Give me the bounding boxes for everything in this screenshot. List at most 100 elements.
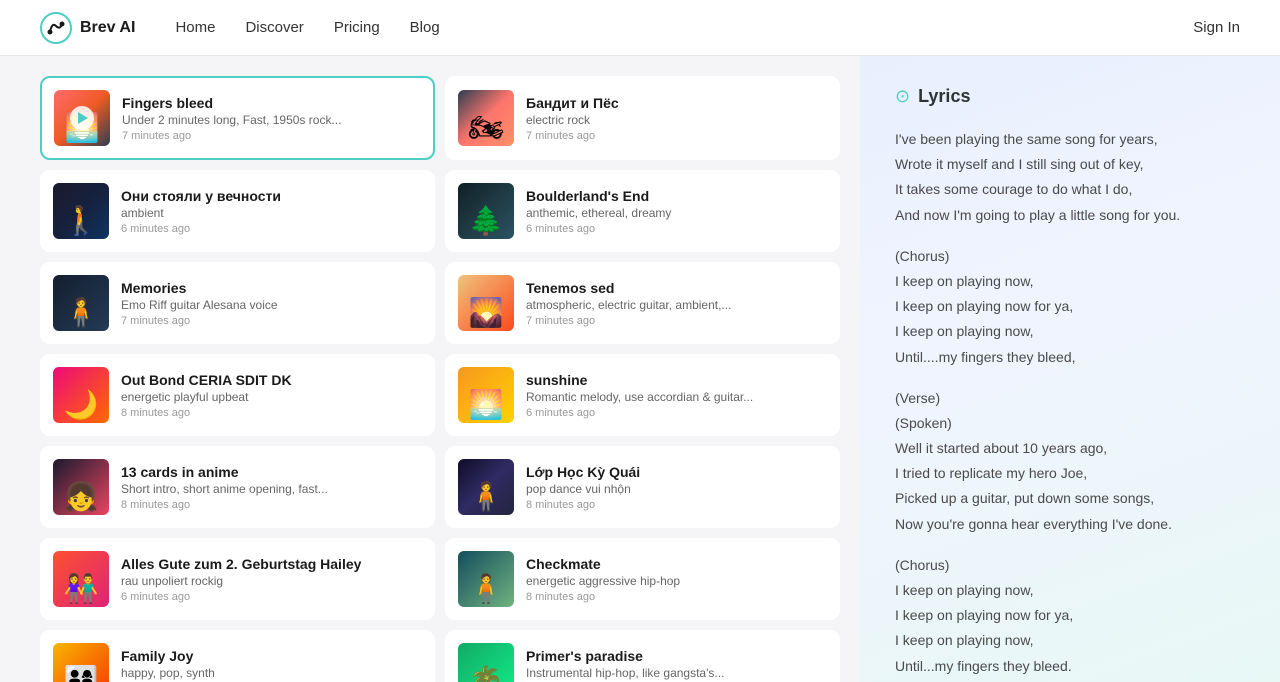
song-description: rau unpoliert rockig <box>121 574 422 588</box>
lyrics-line: Well it started about 10 years ago, <box>895 436 1245 461</box>
lyrics-line: I've been playing the same song for year… <box>895 127 1245 152</box>
song-card[interactable]: 👧 13 cards in anime Short intro, short ani… <box>40 446 435 528</box>
song-timestamp: 8 minutes ago <box>526 591 827 603</box>
song-description: Short intro, short anime opening, fast..… <box>121 482 422 496</box>
songs-area: 🌅 Fingers bleedUnder 2 minutes long, Fast… <box>0 56 860 682</box>
song-thumbnail: 🌅 <box>458 367 514 423</box>
lyrics-line: I keep on playing now, <box>895 628 1245 653</box>
logo-icon <box>40 12 72 44</box>
song-thumbnail: 👧 <box>53 459 109 515</box>
song-card[interactable]: 🌴 Primer's paradiseInstrumental hip-hop, … <box>445 630 840 682</box>
lyrics-text: I've been playing the same song for year… <box>895 127 1245 679</box>
song-timestamp: 6 minutes ago <box>121 223 422 235</box>
song-card[interactable]: 🌅 Fingers bleedUnder 2 minutes long, Fast… <box>40 76 435 160</box>
song-thumbnail: 🧍 <box>458 459 514 515</box>
song-thumbnail-emoji: 👫 <box>53 551 109 607</box>
lyrics-line: Picked up a guitar, put down some songs, <box>895 486 1245 511</box>
song-card[interactable]: 👨‍👩‍👧 Family Joyhappy, pop, synth7 minute… <box>40 630 435 682</box>
lyrics-line: And now I'm going to play a little song … <box>895 203 1245 228</box>
song-timestamp: 7 minutes ago <box>526 130 827 142</box>
song-thumbnail-emoji: 🌴 <box>458 643 514 682</box>
song-card[interactable]: 🧍 Lớp Học Kỳ Quáipop dance vui nhộn8 minu… <box>445 446 840 528</box>
song-info: Family Joyhappy, pop, synth7 minutes ago <box>121 648 422 682</box>
song-thumbnail: 🌄 <box>458 275 514 331</box>
song-timestamp: 6 minutes ago <box>526 407 827 419</box>
main-content: 🌅 Fingers bleedUnder 2 minutes long, Fast… <box>0 56 1280 682</box>
song-title: Primer's paradise <box>526 648 827 664</box>
song-info: Они стояли у вечностиambient6 minutes ag… <box>121 188 422 235</box>
song-thumbnail-emoji: 🌅 <box>458 367 514 423</box>
logo-text: Brev AI <box>80 19 135 37</box>
play-button-circle[interactable] <box>70 106 94 130</box>
song-timestamp: 7 minutes ago <box>526 315 827 327</box>
song-description: Emo Riff guitar Alesana voice <box>121 298 422 312</box>
song-timestamp: 8 minutes ago <box>121 407 422 419</box>
song-card[interactable]: 🌲Boulderland's Endanthemic, ethereal, dr… <box>445 170 840 252</box>
song-description: Romantic melody, use accordian & guitar.… <box>526 390 827 404</box>
song-description: energetic aggressive hip-hop <box>526 574 827 588</box>
song-description: ambient <box>121 206 422 220</box>
song-title: Бандит и Пёс <box>526 95 827 111</box>
song-title: Out Bond CERIA SDIT DK <box>121 372 422 388</box>
song-info: Lớp Học Kỳ Quáipop dance vui nhộn8 minut… <box>526 464 827 511</box>
song-info: Fingers bleedUnder 2 minutes long, Fast,… <box>122 95 421 142</box>
song-info: Бандит и Пёсelectric rock7 minutes ago <box>526 95 827 142</box>
song-description: energetic playful upbeat <box>121 390 422 404</box>
navbar: Brev AI Home Discover Pricing Blog Sign … <box>0 0 1280 56</box>
play-icon <box>78 112 88 124</box>
song-thumbnail-emoji: 🧍 <box>458 551 514 607</box>
song-thumbnail-emoji: 👨‍👩‍👧 <box>53 643 109 682</box>
song-thumbnail: 👫 <box>53 551 109 607</box>
song-description: anthemic, ethereal, dreamy <box>526 206 827 220</box>
song-title: Tenemos sed <box>526 280 827 296</box>
nav-blog[interactable]: Blog <box>410 19 440 36</box>
lyrics-line: I keep on playing now, <box>895 319 1245 344</box>
lyrics-line: Until...my fingers they bleed. <box>895 654 1245 679</box>
song-info: 13 cards in anime Short intro, short anim… <box>121 464 422 511</box>
sign-in-button[interactable]: Sign In <box>1193 19 1240 36</box>
nav-home[interactable]: Home <box>175 19 215 36</box>
lyrics-line: I keep on playing now for ya, <box>895 294 1245 319</box>
song-title: sunshine <box>526 372 827 388</box>
lyrics-line: Now you're gonna hear everything I've do… <box>895 512 1245 537</box>
lyrics-break <box>895 228 1245 244</box>
song-title: Checkmate <box>526 556 827 572</box>
logo[interactable]: Brev AI <box>40 12 135 44</box>
song-description: Under 2 minutes long, Fast, 1950s rock..… <box>122 113 421 127</box>
song-info: Boulderland's End anthemic, ethereal, dre… <box>526 188 827 235</box>
lyrics-break <box>895 370 1245 386</box>
song-description: happy, pop, synth <box>121 666 422 680</box>
song-card[interactable]: 🧍MemoriesEmo Riff guitar Alesana voice7 … <box>40 262 435 344</box>
lyrics-line: Wrote it myself and I still sing out of … <box>895 152 1245 177</box>
song-card[interactable]: 🌄 Tenemos sedatmospheric, electric guitar… <box>445 262 840 344</box>
song-title: Boulderland's End <box>526 188 827 204</box>
song-card[interactable]: 🧍 Checkmate energetic aggressive hip-hop 8 … <box>445 538 840 620</box>
song-thumbnail: 🌴 <box>458 643 514 682</box>
song-thumbnail: 🧍 <box>53 275 109 331</box>
nav-discover[interactable]: Discover <box>245 19 303 36</box>
nav-links: Home Discover Pricing Blog <box>175 19 1193 36</box>
song-title: 13 cards in anime <box>121 464 422 480</box>
song-info: Checkmate energetic aggressive hip-hop 8 m… <box>526 556 827 603</box>
song-thumbnail-emoji: 🏍 <box>458 90 514 146</box>
song-card[interactable]: 👫 Alles Gute zum 2. Geburtstag Haileyrau … <box>40 538 435 620</box>
song-info: Primer's paradiseInstrumental hip-hop, l… <box>526 648 827 682</box>
lyrics-line: (Chorus) <box>895 244 1245 269</box>
song-card[interactable]: 🌙Out Bond CERIA SDIT DKenergetic playful… <box>40 354 435 436</box>
lyrics-break <box>895 537 1245 553</box>
lyrics-line: I keep on playing now, <box>895 578 1245 603</box>
song-info: Tenemos sedatmospheric, electric guitar,… <box>526 280 827 327</box>
nav-pricing[interactable]: Pricing <box>334 19 380 36</box>
song-thumbnail: 🌅 <box>54 90 110 146</box>
lyrics-panel: ⊙ Lyrics I've been playing the same song… <box>860 56 1280 682</box>
song-info: Alles Gute zum 2. Geburtstag Haileyrau u… <box>121 556 422 603</box>
song-card[interactable]: 🏍 Бандит и Пёсelectric rock7 minutes ago <box>445 76 840 160</box>
lyrics-title: Lyrics <box>918 86 970 107</box>
song-thumbnail-emoji: 🌄 <box>458 275 514 331</box>
song-thumbnail-emoji: 🧍 <box>458 459 514 515</box>
song-card[interactable]: 🚶Они стояли у вечностиambient6 minutes a… <box>40 170 435 252</box>
lyrics-line: Until....my fingers they bleed, <box>895 345 1245 370</box>
song-timestamp: 7 minutes ago <box>122 130 421 142</box>
song-timestamp: 8 minutes ago <box>121 499 422 511</box>
song-card[interactable]: 🌅 sunshine Romantic melody, use accordian … <box>445 354 840 436</box>
